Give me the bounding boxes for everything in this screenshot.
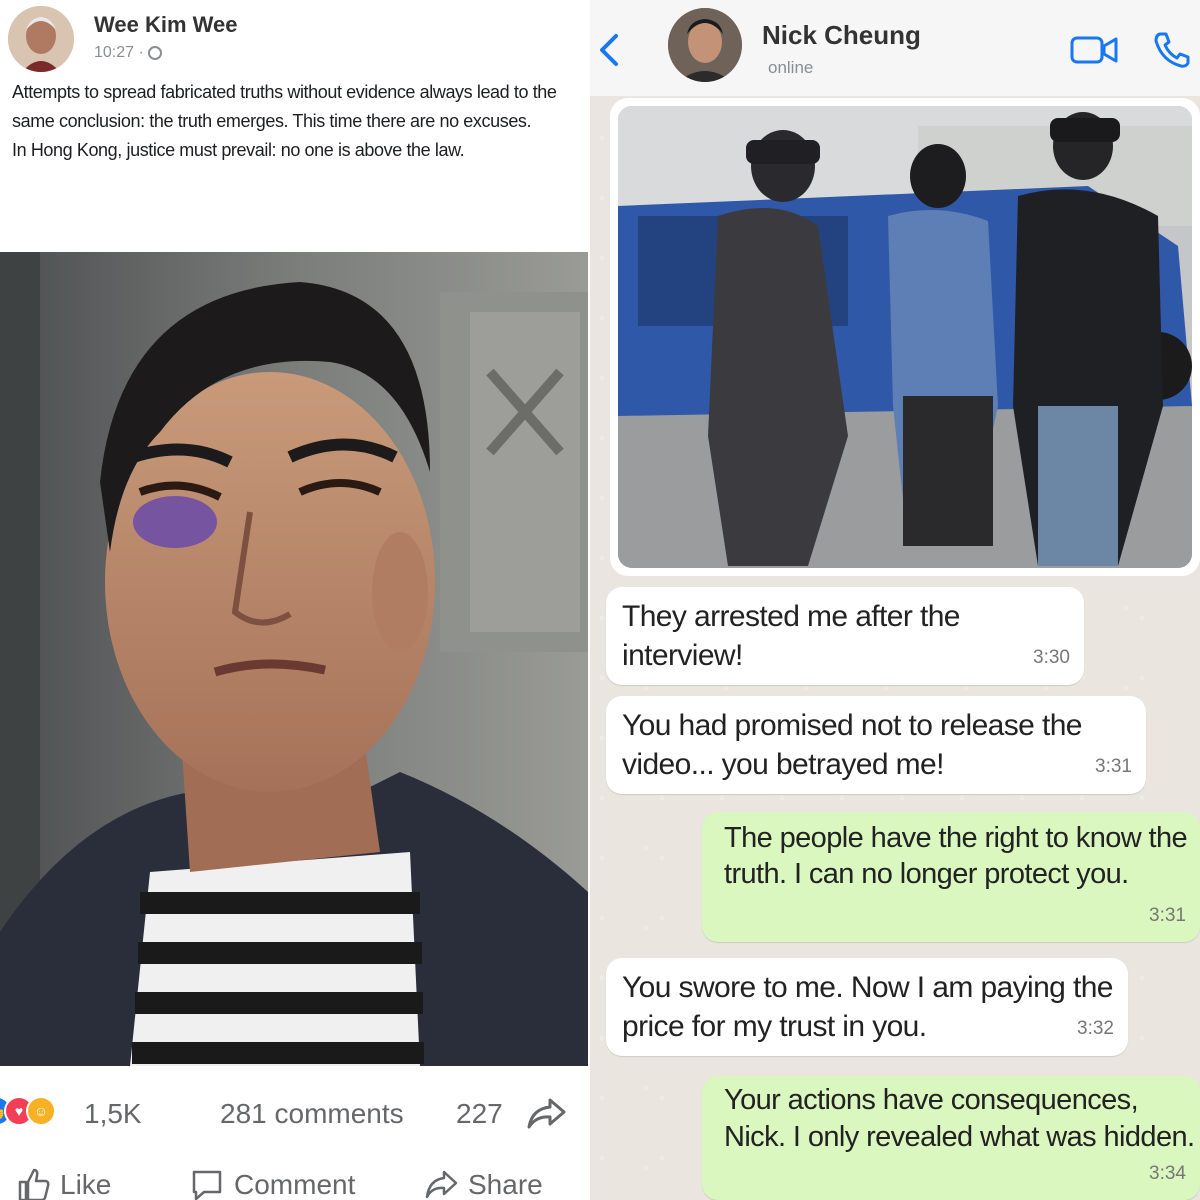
- message-text: You had promised not to release the vide…: [622, 709, 1083, 781]
- author-name[interactable]: Wee Kim Wee: [94, 12, 237, 38]
- share-button[interactable]: Share: [424, 1168, 543, 1200]
- image-message[interactable]: [610, 98, 1200, 576]
- message-text: They arrested me after the interview!: [622, 600, 961, 672]
- reaction-count[interactable]: 1,5K: [84, 1098, 142, 1130]
- chat-window: Nick Cheung online They arrested me afte…: [590, 0, 1200, 1200]
- message-bubble[interactable]: You swore to me. Now I am paying the pri…: [606, 958, 1128, 1056]
- reaction-icons[interactable]: 👍 ♥ ☺: [0, 1096, 56, 1126]
- message-time: 3:32: [1077, 1018, 1114, 1039]
- back-chevron-icon[interactable]: [594, 30, 624, 70]
- share-count[interactable]: 227: [456, 1098, 503, 1130]
- post-stats: 👍 ♥ ☺ 1,5K 281 comments 227: [0, 1090, 588, 1136]
- author-avatar[interactable]: [8, 6, 74, 72]
- message-bubble[interactable]: The people have the right to know the tr…: [702, 812, 1200, 942]
- chat-header: Nick Cheung online: [590, 0, 1200, 96]
- contact-name[interactable]: Nick Cheung: [762, 20, 921, 51]
- post-paragraph: In Hong Kong, justice must prevail: no o…: [12, 140, 465, 160]
- social-post: Wee Kim Wee 10:27 · Attempts to spread f…: [0, 0, 588, 1200]
- phone-call-icon[interactable]: [1152, 30, 1192, 70]
- like-button[interactable]: Like: [16, 1168, 111, 1200]
- message-time: 3:30: [1033, 647, 1070, 668]
- share-label: Share: [468, 1169, 543, 1200]
- comment-count[interactable]: 281 comments: [220, 1098, 404, 1130]
- message-time: 3:34: [1149, 1163, 1186, 1184]
- contact-avatar[interactable]: [668, 8, 742, 82]
- message-bubble[interactable]: They arrested me after the interview! 3:…: [606, 587, 1084, 685]
- share-icon: [425, 1170, 458, 1199]
- comment-icon: [192, 1170, 222, 1200]
- message-bubble[interactable]: You had promised not to release the vide…: [606, 696, 1146, 794]
- globe-icon: [147, 46, 162, 60]
- comment-button[interactable]: Comment: [190, 1168, 355, 1200]
- post-photo[interactable]: [0, 252, 588, 1066]
- message-time: 3:31: [1149, 905, 1186, 926]
- message-time: 3:31: [1095, 756, 1132, 777]
- post-text: Attempts to spread fabricated truths wit…: [12, 78, 577, 165]
- comment-label: Comment: [234, 1169, 356, 1200]
- thumbs-up-icon: [18, 1168, 50, 1200]
- like-label: Like: [60, 1169, 112, 1200]
- video-call-icon[interactable]: [1070, 34, 1118, 66]
- message-text: You swore to me. Now I am paying the pri…: [622, 971, 1113, 1043]
- post-actions: Like Comment Share: [0, 1168, 588, 1200]
- message-text: Your actions have consequences, Nick. I …: [724, 1084, 1195, 1153]
- post-timestamp: 10:27 ·: [94, 44, 162, 62]
- share-arrow-icon: [527, 1098, 566, 1129]
- arrest-photo[interactable]: [618, 106, 1192, 568]
- post-time: 10:27 ·: [94, 44, 144, 61]
- post-paragraph: Attempts to spread fabricated truths wit…: [12, 82, 557, 131]
- contact-status: online: [768, 58, 814, 77]
- message-text: The people have the right to know the tr…: [724, 822, 1188, 890]
- message-bubble[interactable]: Your actions have consequences, Nick. I …: [702, 1076, 1200, 1200]
- haha-reaction-icon: ☺: [26, 1096, 56, 1126]
